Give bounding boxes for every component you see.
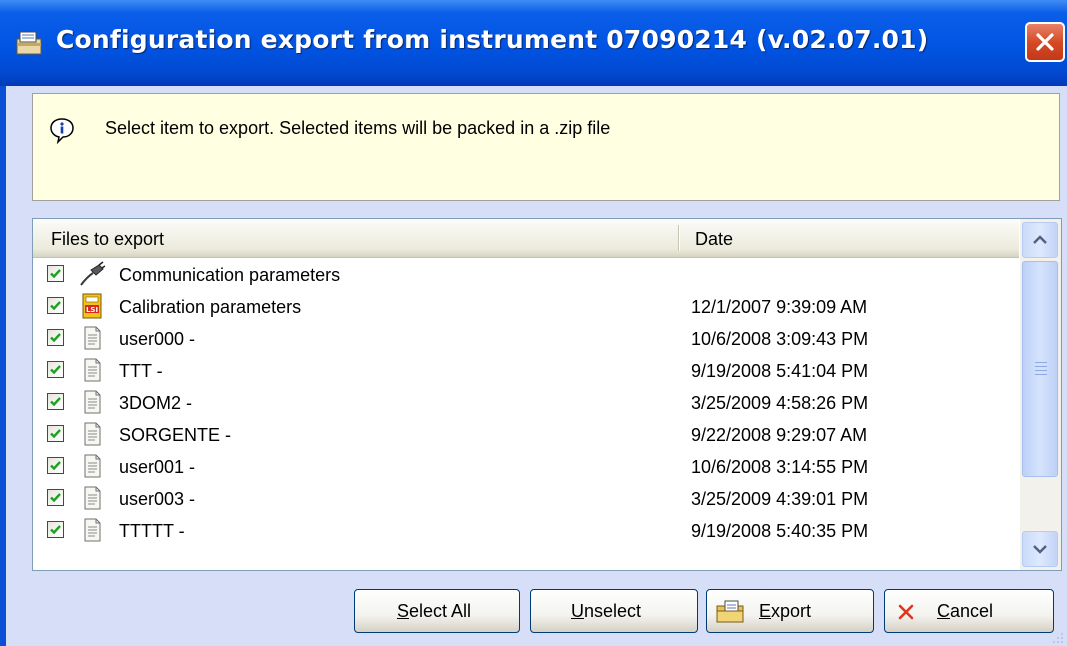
select-all-button[interactable]: Select All (354, 589, 520, 633)
document-icon (79, 517, 105, 543)
check-icon (50, 461, 61, 471)
communication-plug-icon (79, 261, 106, 287)
list-row[interactable]: TTTTT - 9/19/2008 5:40:35 PM (33, 515, 1019, 547)
export-label: Export (759, 601, 812, 621)
info-panel: Select item to export. Selected items wi… (32, 93, 1060, 201)
resize-grip-icon[interactable] (1052, 632, 1064, 644)
document-icon (79, 357, 105, 383)
scroll-thumb[interactable] (1022, 261, 1058, 477)
cancel-button[interactable]: Cancel (884, 589, 1054, 633)
row-name: 3DOM2 - (119, 393, 193, 413)
scroll-down-button[interactable] (1022, 531, 1058, 567)
grip-line (1035, 366, 1047, 367)
document-icon (79, 421, 105, 447)
row-checkbox[interactable] (47, 521, 64, 538)
row-name: Calibration parameters (119, 297, 302, 317)
check-icon (50, 493, 61, 503)
row-name: TTTTT - (119, 521, 185, 541)
row-checkbox[interactable] (47, 297, 64, 314)
chevron-up-icon (1033, 235, 1047, 244)
cancel-x-icon (898, 604, 914, 620)
check-icon (50, 365, 61, 375)
close-button[interactable] (1025, 22, 1065, 62)
check-icon (50, 429, 61, 439)
svg-text:LSI: LSI (86, 306, 98, 314)
check-icon (50, 333, 61, 343)
files-list[interactable]: Files to export Date Communication param… (32, 218, 1062, 571)
row-date: 3/25/2009 4:39:01 PM (691, 489, 869, 509)
check-icon (50, 301, 61, 311)
check-icon (50, 269, 61, 279)
row-date: 12/1/2007 9:39:09 AM (691, 297, 868, 317)
document-icon (79, 325, 105, 351)
row-name: SORGENTE - (119, 425, 232, 445)
row-name: Communication parameters (119, 265, 341, 285)
row-date: 3/25/2009 4:58:26 PM (691, 393, 869, 413)
document-icon (79, 453, 105, 479)
row-checkbox[interactable] (47, 393, 64, 410)
cancel-label: Cancel (937, 601, 994, 621)
document-icon (79, 485, 105, 511)
row-name: user000 - (119, 329, 196, 349)
row-checkbox[interactable] (47, 425, 64, 442)
row-name: user003 - (119, 489, 196, 509)
vertical-scrollbar[interactable] (1020, 219, 1061, 570)
export-button[interactable]: Export (706, 589, 874, 633)
window-title: Configuration export from instrument 070… (56, 25, 929, 54)
list-row[interactable]: SORGENTE - 9/22/2008 9:29:07 AM (33, 419, 1019, 451)
title-bar[interactable]: Configuration export from instrument 070… (0, 0, 1067, 86)
row-date: 10/6/2008 3:09:43 PM (691, 329, 869, 349)
lsi-calibration-icon: LSI (79, 293, 105, 319)
row-date: 9/22/2008 9:29:07 AM (691, 425, 868, 445)
column-files-to-export[interactable]: Files to export (51, 229, 164, 250)
list-row[interactable]: Communication parameters (33, 259, 1019, 291)
export-box-icon (16, 31, 42, 55)
row-checkbox[interactable] (47, 457, 64, 474)
check-icon (50, 525, 61, 535)
row-date: 10/6/2008 3:14:55 PM (691, 457, 869, 477)
row-checkbox[interactable] (47, 489, 64, 506)
column-divider-highlight (679, 225, 680, 251)
list-row[interactable]: LSI Calibration parameters 12/1/2007 9:39:… (33, 291, 1019, 323)
row-name: TTT - (119, 361, 163, 381)
export-folder-icon (716, 600, 744, 623)
row-checkbox[interactable] (47, 361, 64, 378)
window-frame-left (0, 86, 6, 646)
scroll-up-button[interactable] (1022, 222, 1058, 258)
grip-line (1035, 370, 1047, 371)
row-checkbox[interactable] (47, 265, 64, 282)
list-row[interactable]: TTT - 9/19/2008 5:41:04 PM (33, 355, 1019, 387)
column-date[interactable]: Date (695, 229, 733, 250)
close-icon (1036, 33, 1054, 51)
document-icon (79, 389, 105, 415)
row-date: 9/19/2008 5:40:35 PM (691, 521, 869, 541)
list-row[interactable]: 3DOM2 - 3/25/2009 4:58:26 PM (33, 387, 1019, 419)
unselect-label: Unselect (571, 601, 642, 621)
row-date: 9/19/2008 5:41:04 PM (691, 361, 869, 381)
select-all-label: Select All (397, 601, 472, 621)
unselect-button[interactable]: Unselect (530, 589, 698, 633)
row-checkbox[interactable] (47, 329, 64, 346)
list-header: Files to export Date (33, 219, 1019, 258)
chevron-down-icon (1033, 545, 1047, 554)
list-row[interactable]: user001 - 10/6/2008 3:14:55 PM (33, 451, 1019, 483)
grip-line (1035, 374, 1047, 375)
grip-line (1035, 362, 1047, 363)
list-row[interactable]: user000 - 10/6/2008 3:09:43 PM (33, 323, 1019, 355)
list-row[interactable]: user003 - 3/25/2009 4:39:01 PM (33, 483, 1019, 515)
info-message: Select item to export. Selected items wi… (105, 118, 611, 138)
export-dialog: Configuration export from instrument 070… (0, 0, 1067, 646)
row-name: user001 - (119, 457, 196, 477)
info-balloon-icon (50, 118, 74, 144)
check-icon (50, 397, 61, 407)
